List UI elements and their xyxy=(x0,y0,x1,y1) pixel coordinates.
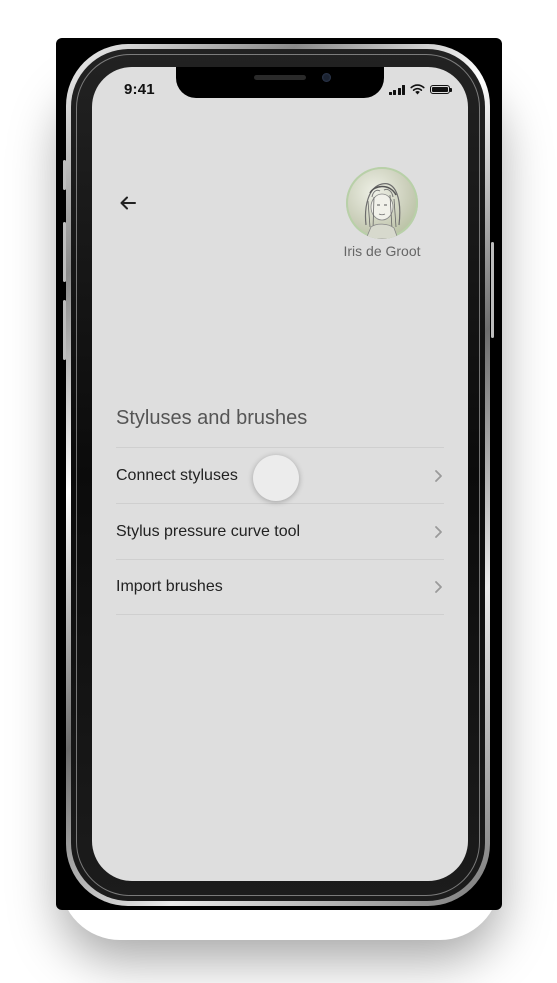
signal-icon xyxy=(388,84,405,95)
front-camera xyxy=(322,73,331,82)
power-button xyxy=(491,242,494,338)
list-item-stylus-pressure-curve[interactable]: Stylus pressure curve tool xyxy=(116,503,444,559)
list-item-label: Import brushes xyxy=(116,578,223,595)
speaker-grille xyxy=(254,75,306,80)
touch-indicator xyxy=(253,455,299,501)
list-item-import-brushes[interactable]: Import brushes xyxy=(116,559,444,615)
battery-icon xyxy=(430,85,452,94)
silent-switch xyxy=(63,160,66,190)
avatar-illustration xyxy=(364,183,401,239)
wifi-icon xyxy=(410,84,425,95)
chevron-right-icon xyxy=(435,469,442,482)
notch xyxy=(176,67,384,98)
section-title: Styluses and brushes xyxy=(116,407,308,429)
status-time: 9:41 xyxy=(124,81,155,98)
volume-down-button xyxy=(63,300,66,360)
profile-name: Iris de Groot xyxy=(343,243,421,259)
list-item-label: Connect styluses xyxy=(116,466,238,484)
chevron-right-icon xyxy=(435,581,442,593)
chevron-right-icon xyxy=(435,525,442,538)
back-arrow-icon[interactable] xyxy=(116,191,140,215)
device-screen: 9:41 Iris de Groot Styluses and brushes … xyxy=(92,67,468,881)
avatar[interactable] xyxy=(346,167,418,239)
status-icons xyxy=(388,84,452,95)
list-item-label: Stylus pressure curve tool xyxy=(116,522,301,540)
volume-up-button xyxy=(63,222,66,282)
